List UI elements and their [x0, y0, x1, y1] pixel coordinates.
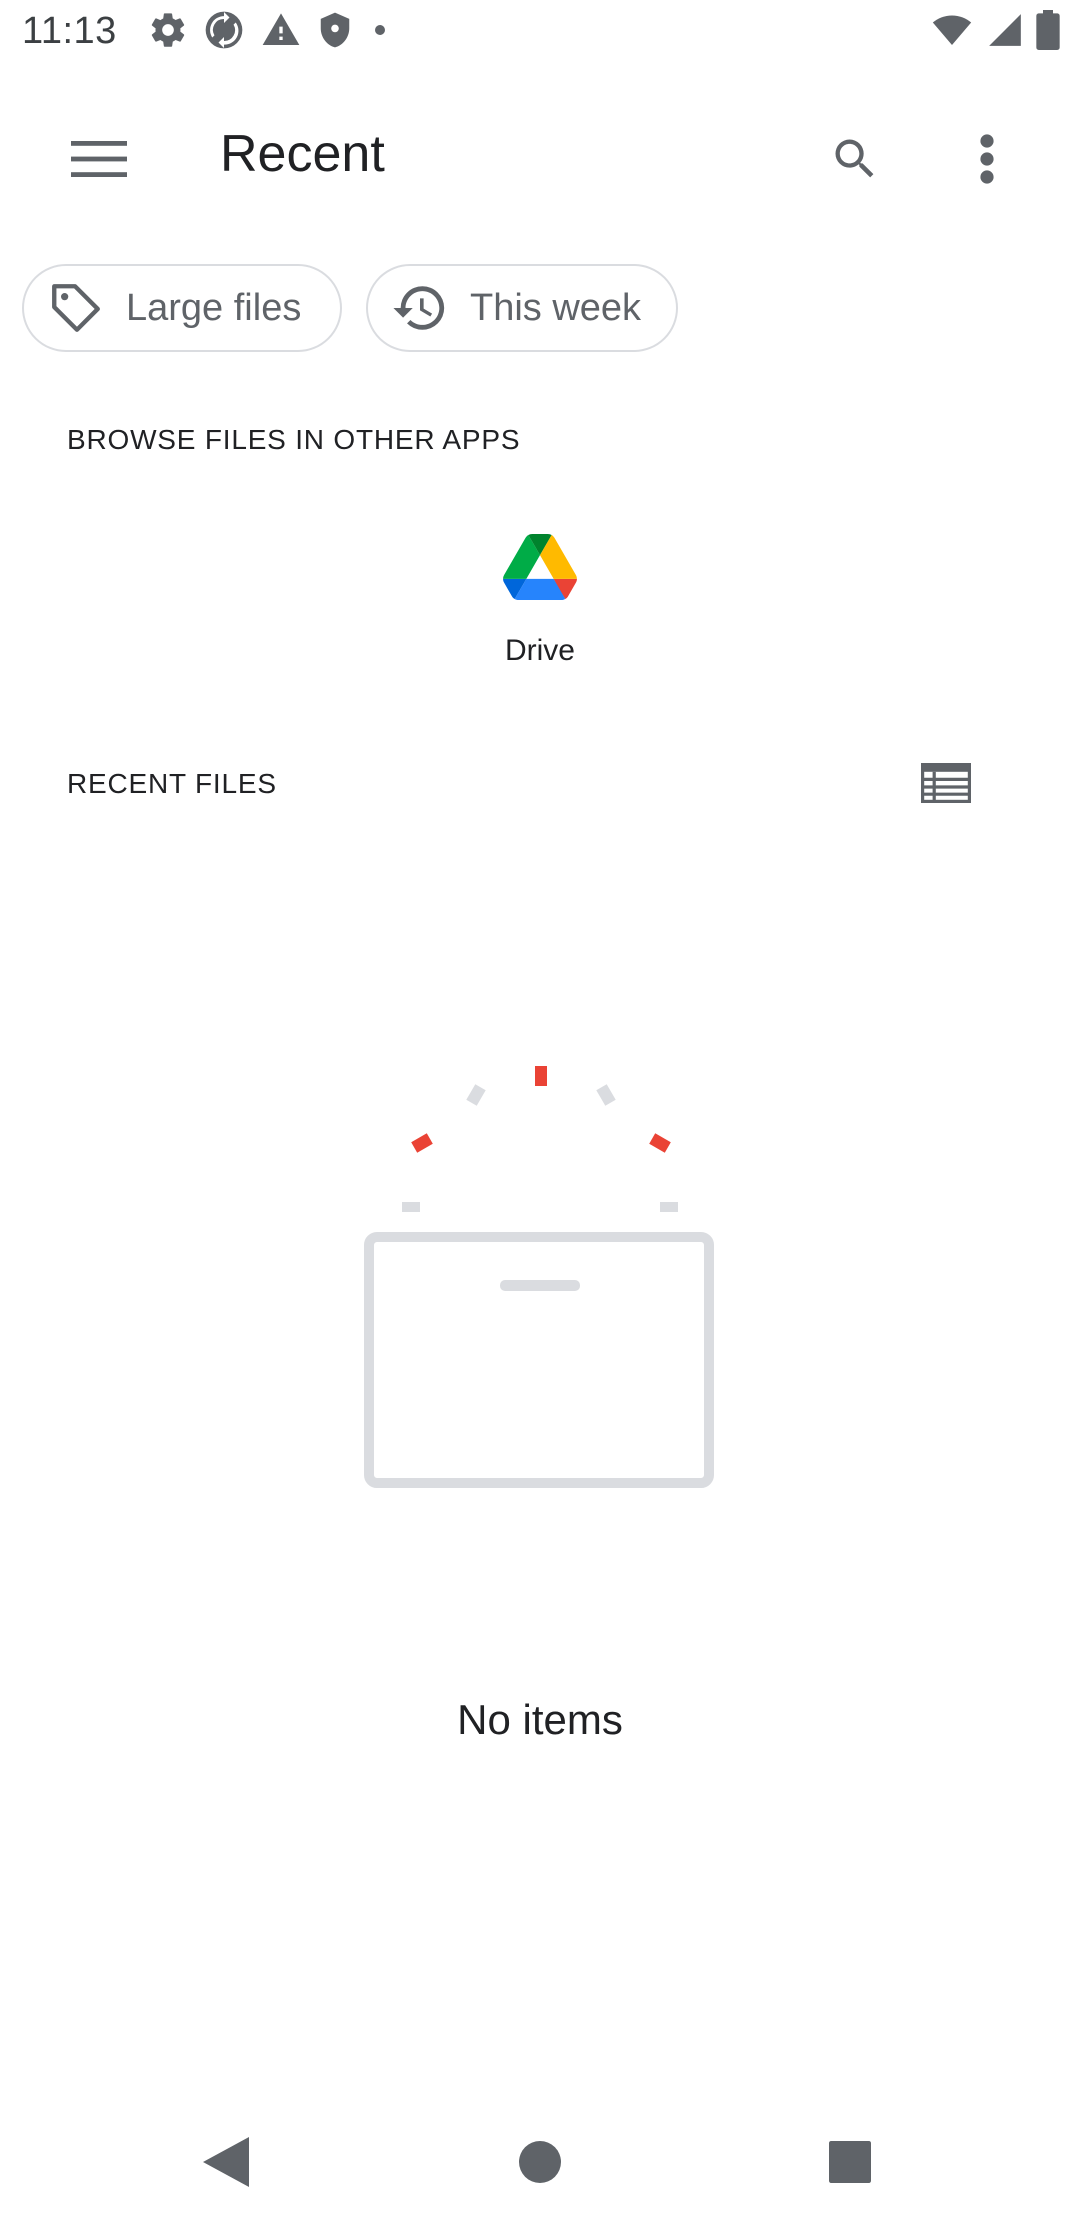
chip-this-week-label: This week	[470, 286, 642, 329]
home-circle-icon[interactable]	[500, 2122, 580, 2202]
hamburger-menu-icon[interactable]	[56, 116, 142, 202]
chip-this-week[interactable]: This week	[366, 264, 678, 352]
empty-state-text: No items	[457, 1696, 623, 1743]
recents-square-icon[interactable]	[810, 2122, 890, 2202]
filter-chips: Large files This week	[22, 264, 678, 352]
history-icon	[390, 278, 450, 338]
system-nav-bar	[0, 2100, 1080, 2220]
chip-large-files-label: Large files	[126, 286, 302, 329]
status-time: 11:13	[22, 10, 117, 52]
warning-icon	[260, 10, 302, 55]
sync-icon	[202, 8, 246, 57]
more-vert-icon[interactable]	[944, 116, 1030, 202]
drive-app-shortcut[interactable]: Drive	[460, 520, 620, 690]
cell-signal-icon	[986, 10, 1024, 55]
list-view-icon[interactable]	[906, 750, 986, 816]
status-notifications	[148, 10, 392, 55]
battery-icon	[1036, 9, 1060, 55]
recent-section-header: RECENT FILES	[67, 768, 277, 799]
app-bar: Recent	[0, 66, 1080, 242]
page-title: Recent	[220, 125, 385, 183]
chip-large-files[interactable]: Large files	[22, 264, 342, 352]
browse-section-header: BROWSE FILES IN OTHER APPS	[67, 424, 521, 455]
google-drive-icon	[503, 534, 577, 600]
back-triangle-icon[interactable]	[186, 2122, 266, 2202]
tag-icon	[46, 278, 106, 338]
settings-icon	[148, 10, 188, 55]
shield-icon	[316, 10, 354, 55]
wifi-icon	[930, 10, 974, 55]
empty-box-illustration	[364, 1066, 714, 1488]
status-system-icons	[930, 9, 1060, 55]
search-icon[interactable]	[812, 116, 898, 202]
status-bar: 11:13	[0, 0, 1080, 66]
drive-label: Drive	[504, 634, 575, 667]
dot-icon	[368, 18, 392, 47]
